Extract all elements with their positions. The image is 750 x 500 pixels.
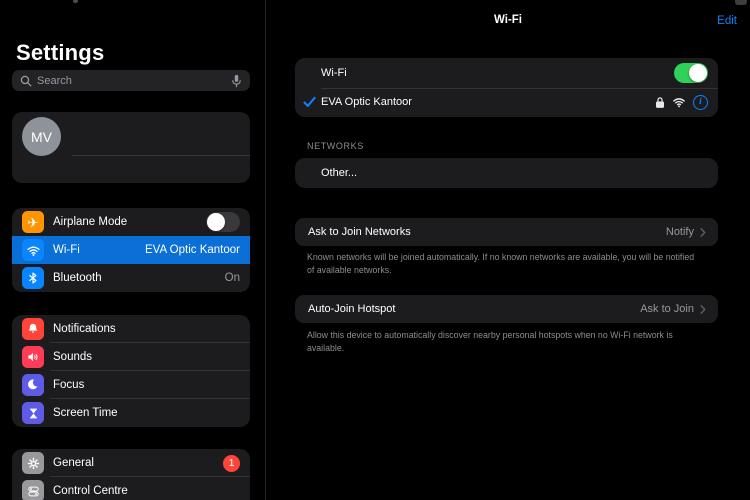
wifi-icon bbox=[22, 239, 44, 261]
sidebar-item-general[interactable]: General 1 bbox=[12, 449, 250, 477]
sidebar-item-screen-time[interactable]: Screen Time bbox=[12, 399, 250, 427]
focus-moon-icon bbox=[22, 374, 44, 396]
ask-to-join-value: Notify bbox=[666, 226, 694, 238]
sidebar-item-sounds[interactable]: Sounds bbox=[12, 343, 250, 371]
settings-sidebar: Settings MV ✈ Airplane Mode bbox=[0, 0, 266, 500]
apple-id-card[interactable]: MV bbox=[12, 112, 250, 183]
divider bbox=[72, 155, 250, 156]
sidebar-item-wifi[interactable]: Wi-Fi EVA Optic Kantoor bbox=[12, 236, 250, 264]
other-network-row[interactable]: Other... bbox=[295, 158, 718, 188]
wifi-toggle[interactable] bbox=[674, 63, 708, 83]
bluetooth-icon bbox=[22, 267, 44, 289]
wifi-card: Wi-Fi EVA Optic Kantoor bbox=[295, 58, 718, 117]
dictation-mic-icon[interactable] bbox=[231, 74, 242, 88]
screen-time-hourglass-icon bbox=[22, 402, 44, 424]
sidebar-item-notifications[interactable]: Notifications bbox=[12, 315, 250, 343]
sidebar-item-airplane-mode[interactable]: ✈ Airplane Mode bbox=[12, 208, 250, 236]
wifi-detail-panel: Wi-Fi Edit Wi-Fi EVA Optic Kantoor bbox=[266, 0, 750, 500]
sidebar-group-radios: ✈ Airplane Mode Wi-Fi EVA Optic Kantoor bbox=[12, 208, 250, 292]
chevron-right-icon bbox=[700, 304, 706, 315]
auto-join-hotspot-card: Auto-Join Hotspot Ask to Join bbox=[295, 295, 718, 323]
ask-to-join-row[interactable]: Ask to Join Networks Notify bbox=[295, 218, 718, 246]
sidebar-group-general: General 1 Control Centre bbox=[12, 449, 250, 500]
airplane-mode-icon: ✈ bbox=[22, 211, 44, 233]
ask-to-join-card: Ask to Join Networks Notify bbox=[295, 218, 718, 246]
section-header-networks: NETWORKS bbox=[307, 141, 364, 151]
connected-network-row[interactable]: EVA Optic Kantoor i bbox=[295, 88, 718, 118]
panel-title: Wi-Fi bbox=[266, 14, 750, 26]
auto-join-description: Allow this device to automatically disco… bbox=[307, 329, 711, 355]
avatar[interactable]: MV bbox=[22, 117, 61, 156]
auto-join-value: Ask to Join bbox=[640, 303, 694, 315]
notification-badge: 1 bbox=[223, 455, 240, 472]
lock-icon bbox=[655, 96, 665, 109]
checkmark-icon bbox=[303, 96, 316, 108]
edit-button[interactable]: Edit bbox=[717, 15, 737, 27]
sidebar-item-bluetooth[interactable]: Bluetooth On bbox=[12, 264, 250, 292]
airplane-mode-toggle[interactable] bbox=[206, 212, 240, 232]
info-icon[interactable]: i bbox=[693, 95, 708, 110]
control-centre-icon bbox=[22, 480, 44, 500]
bluetooth-status-value: On bbox=[225, 272, 240, 284]
chevron-right-icon bbox=[700, 227, 706, 238]
settings-app-window: Settings MV ✈ Airplane Mode bbox=[0, 0, 750, 500]
other-network-card: Other... bbox=[295, 158, 718, 188]
wifi-toggle-row[interactable]: Wi-Fi bbox=[295, 58, 718, 88]
network-name: EVA Optic Kantoor bbox=[321, 96, 412, 108]
search-icon bbox=[20, 75, 32, 87]
wifi-signal-icon bbox=[672, 96, 686, 108]
ask-to-join-description: Known networks will be joined automatica… bbox=[307, 251, 701, 277]
gear-icon bbox=[22, 452, 44, 474]
search-input[interactable] bbox=[37, 75, 231, 87]
sidebar-item-control-centre[interactable]: Control Centre bbox=[12, 477, 250, 500]
wifi-network-value: EVA Optic Kantoor bbox=[145, 244, 240, 256]
auto-join-hotspot-row[interactable]: Auto-Join Hotspot Ask to Join bbox=[295, 295, 718, 323]
search-bar[interactable] bbox=[12, 70, 250, 91]
sidebar-item-focus[interactable]: Focus bbox=[12, 371, 250, 399]
sidebar-group-alerts: Notifications Sounds bbox=[12, 315, 250, 427]
notifications-icon bbox=[22, 318, 44, 340]
sounds-icon bbox=[22, 346, 44, 368]
page-title: Settings bbox=[16, 40, 104, 66]
